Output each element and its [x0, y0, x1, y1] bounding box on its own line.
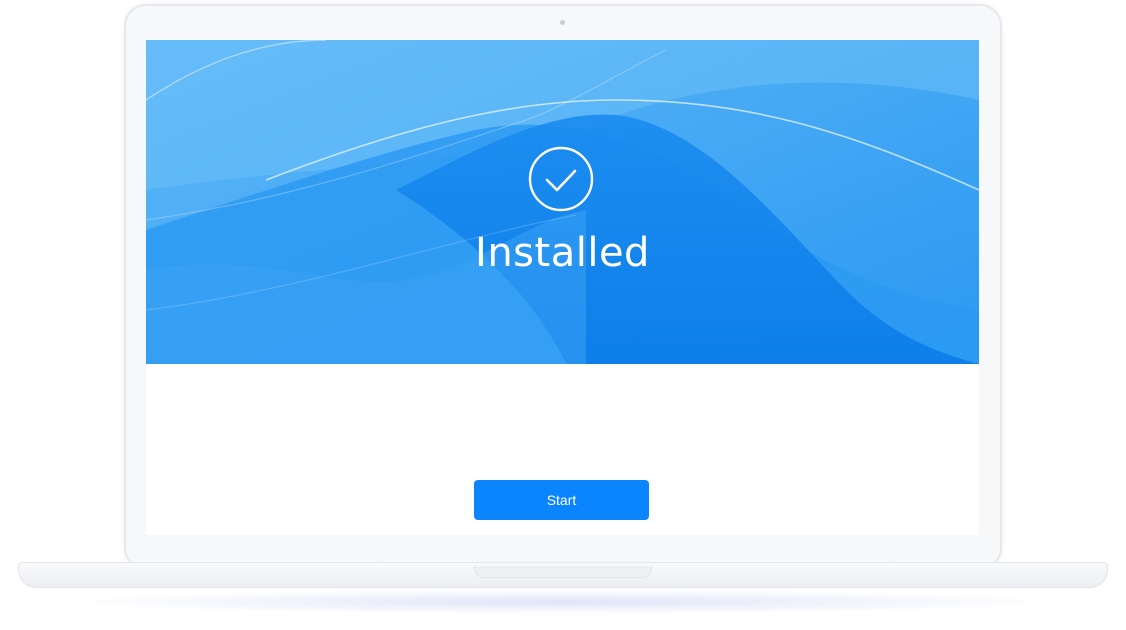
webcam-dot: [560, 20, 565, 25]
laptop-mockup: Installed Start: [0, 0, 1126, 630]
status-title: Installed: [475, 230, 650, 276]
installer-window: Installed Start: [146, 40, 979, 535]
start-button[interactable]: Start: [474, 480, 649, 520]
laptop-notch: [474, 566, 652, 578]
check-circle-icon: [528, 146, 594, 212]
hero-banner: Installed: [146, 40, 979, 364]
laptop-shadow: [60, 590, 1066, 614]
